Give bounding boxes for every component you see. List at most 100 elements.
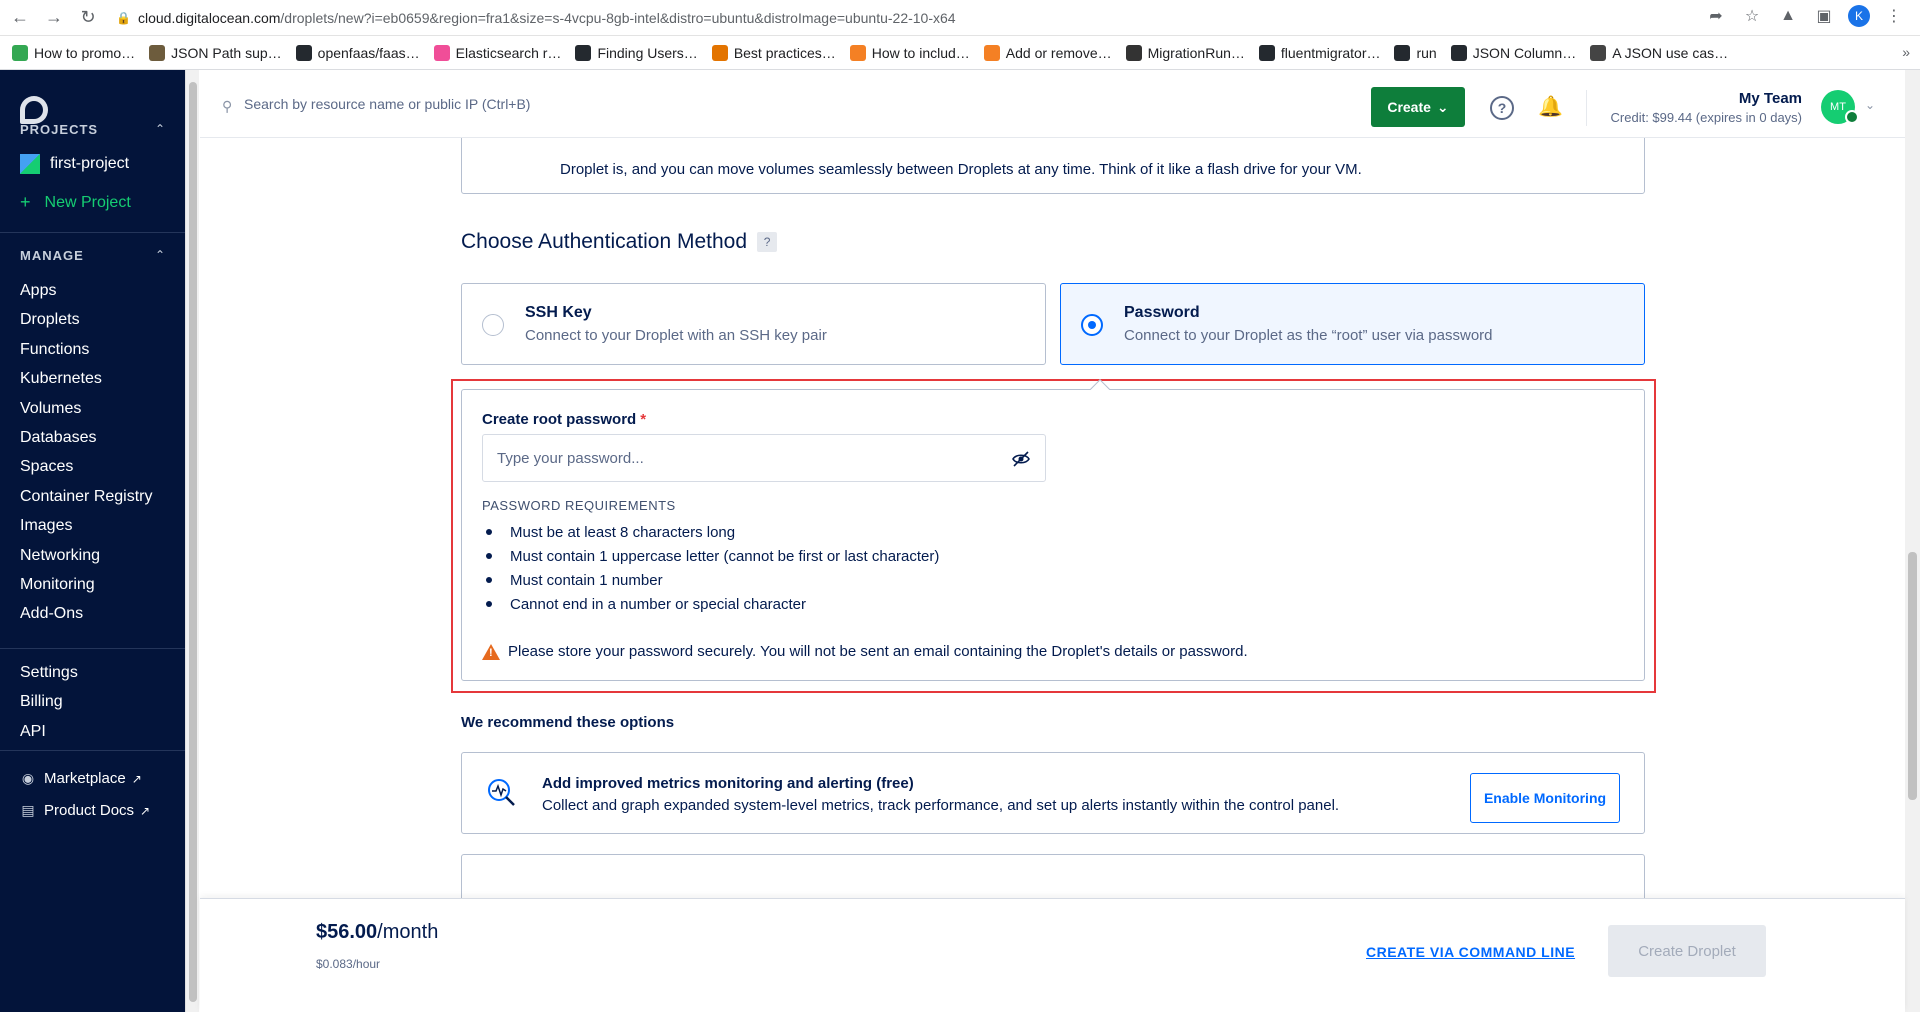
bookmark-favicon-icon [711, 44, 728, 61]
url-path: /droplets/new?i=eb0659&region=fra1&size=… [280, 9, 956, 26]
eye-slash-icon[interactable] [1011, 449, 1031, 469]
sidebar-item-apps[interactable]: Apps [20, 282, 56, 300]
sidebar-item-kubernetes[interactable]: Kubernetes [20, 370, 102, 388]
bookmark-item[interactable]: Add or remove… [983, 44, 1112, 61]
bookmark-favicon-icon [849, 44, 866, 61]
share-icon[interactable]: ➦ [1704, 4, 1728, 28]
marketplace-label: Marketplace [44, 770, 126, 787]
bookmark-label: JSON Path sup… [171, 44, 282, 61]
warning-text: Please store your password securely. You… [508, 643, 1248, 660]
sidebar-item-spaces[interactable]: Spaces [20, 458, 73, 476]
reload-icon[interactable]: ↻ [74, 4, 102, 32]
bookmark-label: Add or remove… [1005, 44, 1112, 61]
sidebar-scrollbar[interactable] [185, 70, 199, 1012]
bookmark-favicon-icon [1125, 44, 1142, 61]
sidebar-item-images[interactable]: Images [20, 517, 72, 535]
auth-option-ssh-key[interactable]: SSH Key Connect to your Droplet with an … [461, 283, 1046, 365]
bookmark-item[interactable]: openfaas/faas… [295, 44, 420, 61]
sidebar-item-monitoring[interactable]: Monitoring [20, 576, 95, 594]
requirement-item: Must contain 1 number [482, 568, 939, 592]
auth-title-text: Choose Authentication Method [461, 230, 748, 253]
bookmark-item[interactable]: Best practices… [711, 44, 836, 61]
scrollbar-thumb[interactable] [1908, 552, 1917, 800]
team-name[interactable]: My Team [1739, 90, 1802, 107]
plus-icon: + [20, 192, 31, 212]
bookmark-item[interactable]: How to includ… [849, 44, 970, 61]
chevron-down-icon[interactable]: ⌄ [1865, 98, 1875, 112]
chevron-up-icon[interactable]: ⌃ [155, 122, 165, 136]
sidepanel-icon[interactable]: ▣ [1812, 4, 1836, 28]
digitalocean-logo[interactable] [20, 96, 48, 124]
page-scrollbar[interactable] [1905, 70, 1920, 1012]
sidebar-item-databases[interactable]: Databases [20, 429, 97, 447]
search-input[interactable] [244, 90, 764, 118]
bookmark-item[interactable]: fluentmigrator… [1258, 44, 1381, 61]
scrollbar-thumb[interactable] [189, 82, 197, 1002]
bookmarks-bar: How to promo… JSON Path sup… openfaas/faas… [0, 36, 1920, 70]
sidebar-item-marketplace[interactable]: ◉ Marketplace ↗ [20, 770, 142, 787]
sidebar-item-volumes[interactable]: Volumes [20, 400, 81, 418]
project-icon [20, 154, 40, 174]
ssh-key-radio[interactable] [482, 314, 504, 336]
volume-description: Droplet is, and you can move volumes sea… [560, 161, 1362, 178]
sidebar-divider [0, 232, 185, 233]
bookmark-item[interactable]: Finding Users… [575, 44, 698, 61]
help-badge-icon[interactable]: ? [757, 232, 778, 252]
recommend-title: We recommend these options [461, 714, 675, 731]
password-input[interactable] [497, 445, 997, 471]
menu-icon[interactable]: ⋮ [1882, 4, 1906, 28]
password-panel: Create root password * PASSWORD REQUIREME… [461, 389, 1645, 681]
bookmark-item[interactable]: How to promo… [12, 44, 135, 61]
create-button[interactable]: Create ⌄ [1371, 87, 1465, 127]
requirements-list: Must be at least 8 characters long Must c… [482, 520, 939, 616]
sidebar-item-billing[interactable]: Billing [20, 693, 63, 711]
top-header: ⚲ Create ⌄ ? 🔔 My Team Credit: $99.44 (e… [200, 70, 1905, 138]
sidebar-item-container-registry[interactable]: Container Registry [20, 488, 153, 506]
chevron-up-icon[interactable]: ⌃ [155, 248, 165, 262]
bookmark-label: Finding Users… [597, 44, 698, 61]
monitoring-card: Add improved metrics monitoring and aler… [461, 752, 1645, 834]
bookmark-item[interactable]: JSON Column… [1450, 44, 1576, 61]
auth-option-password[interactable]: Password Connect to your Droplet as the … [1060, 283, 1645, 365]
create-droplet-button[interactable]: Create Droplet [1608, 925, 1766, 977]
help-icon[interactable]: ? [1490, 96, 1514, 120]
product-docs-label: Product Docs [44, 802, 135, 819]
warning-icon: ! [482, 643, 500, 660]
bookmark-item[interactable]: A JSON use cas… [1590, 44, 1728, 61]
new-project-link[interactable]: + New Project [20, 192, 131, 213]
option-description: Connect to your Droplet with an SSH key … [525, 327, 827, 344]
sidebar-item-functions[interactable]: Functions [20, 341, 89, 359]
sidebar-item-add-ons[interactable]: Add-Ons [20, 605, 83, 623]
create-via-cli-link[interactable]: CREATE VIA COMMAND LINE [1366, 944, 1575, 960]
monthly-price: $56.00/month [316, 921, 438, 944]
enable-monitoring-button[interactable]: Enable Monitoring [1470, 773, 1620, 823]
sidebar-item-product-docs[interactable]: ▤ Product Docs ↗ [20, 802, 150, 819]
star-icon[interactable]: ☆ [1740, 4, 1764, 28]
forward-icon[interactable]: → [40, 4, 68, 32]
bookmark-item[interactable]: Elasticsearch r… [433, 44, 561, 61]
profile-avatar[interactable]: K [1848, 5, 1870, 27]
sidebar-divider [0, 648, 185, 649]
bookmark-item[interactable]: JSON Path sup… [149, 44, 282, 61]
back-icon[interactable]: ← [6, 4, 34, 32]
sidebar-item-droplets[interactable]: Droplets [20, 311, 80, 329]
bookmark-label: fluentmigrator… [1280, 44, 1381, 61]
password-radio[interactable] [1081, 314, 1103, 336]
address-bar[interactable]: 🔒 cloud.digitalocean.com/droplets/new?i=… [116, 10, 956, 26]
bookmark-item[interactable]: run [1394, 44, 1437, 61]
sidebar-item-settings[interactable]: Settings [20, 664, 78, 682]
requirement-item: Must be at least 8 characters long [482, 520, 939, 544]
sidebar-item-api[interactable]: API [20, 723, 46, 741]
monitoring-title: Add improved metrics monitoring and aler… [542, 775, 914, 792]
requirement-item: Must contain 1 uppercase letter (cannot … [482, 544, 939, 568]
password-label-text: Create root password [482, 411, 637, 428]
extensions-icon[interactable]: ▲ [1776, 4, 1800, 28]
bookmark-item[interactable]: MigrationRun… [1125, 44, 1245, 61]
manage-heading: MANAGE [20, 248, 84, 263]
bookmark-favicon-icon [12, 44, 28, 61]
sidebar-item-networking[interactable]: Networking [20, 547, 100, 565]
sidebar-item-first-project[interactable]: first-project [20, 154, 129, 174]
password-field[interactable] [482, 434, 1046, 482]
bell-icon[interactable]: 🔔 [1538, 94, 1563, 119]
more-bookmarks-icon[interactable]: » [1902, 44, 1910, 60]
